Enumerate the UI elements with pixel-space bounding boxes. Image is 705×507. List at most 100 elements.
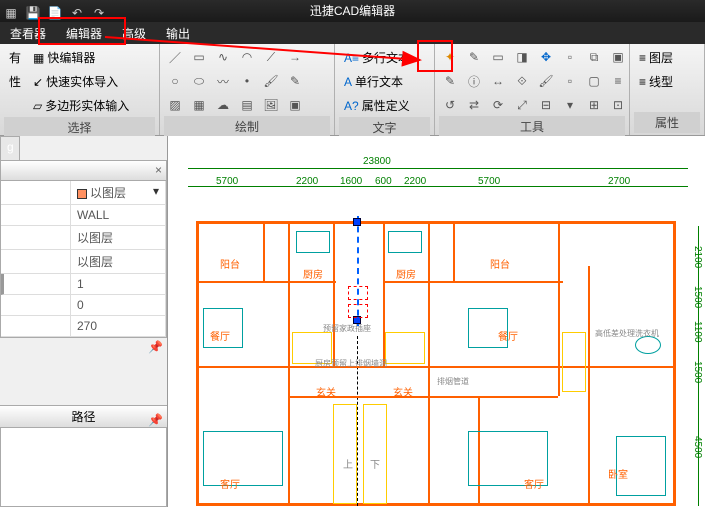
stair-3 — [562, 332, 586, 392]
btn-prop[interactable]: 性 — [4, 70, 26, 93]
prop-wall[interactable]: WALL — [71, 205, 166, 226]
btn-quick-edit[interactable]: ▦快编辑器 — [28, 46, 134, 69]
more2-icon[interactable]: ▫ — [559, 70, 581, 92]
dim-d6: 5700 — [478, 176, 500, 187]
undo-icon[interactable]: ↶ — [68, 2, 86, 20]
label-balcony-1: 阳台 — [220, 256, 240, 271]
pline-icon[interactable]: ∿ — [212, 46, 234, 68]
menu-advanced[interactable]: 高级 — [112, 22, 156, 44]
menu-viewer[interactable]: 查看器 — [0, 22, 56, 44]
pen-icon[interactable]: ✎ — [284, 70, 306, 92]
pin-icon-2[interactable]: 📌 — [148, 409, 163, 431]
prop-cell — [1, 250, 71, 274]
btn-has[interactable]: 有 — [4, 46, 26, 69]
rect-icon[interactable]: ▭ — [188, 46, 210, 68]
grip-top[interactable] — [353, 218, 361, 226]
pdf-icon[interactable]: 📄 — [46, 2, 64, 20]
format-icon[interactable]: ⟐ — [511, 70, 533, 92]
wall — [288, 221, 290, 366]
explode-icon[interactable]: ✦ — [439, 46, 461, 68]
align-icon[interactable]: ⊟ — [535, 94, 557, 116]
cloud-icon[interactable]: ☁ — [212, 94, 234, 116]
dim-d3: 1600 — [340, 176, 362, 187]
wall — [288, 366, 290, 506]
edit-icon[interactable]: ✎ — [463, 46, 485, 68]
rotate-icon[interactable]: ⟳ — [487, 94, 509, 116]
prop-angle[interactable]: 270 — [71, 316, 166, 337]
ellipse-icon[interactable]: ⬭ — [188, 70, 210, 92]
menu-output[interactable]: 输出 — [156, 22, 200, 44]
move-icon[interactable]: ✥ — [535, 46, 557, 68]
copy-icon[interactable]: ⧉ — [583, 46, 605, 68]
measure-icon[interactable]: ↔ — [487, 70, 509, 92]
doc-tab[interactable]: g — [0, 136, 20, 160]
app-icon: ▦ — [2, 2, 20, 20]
prop-bylayer3[interactable]: 以图层 — [71, 250, 166, 274]
detail-box — [348, 286, 368, 300]
xline-icon[interactable]: ⟋ — [260, 46, 282, 68]
line-icon[interactable]: ／ — [164, 46, 186, 68]
save-icon[interactable]: 💾 — [24, 2, 42, 20]
group-icon[interactable]: ▣ — [607, 46, 629, 68]
btn-attdef[interactable]: A?属性定义 — [339, 94, 415, 117]
dim-v2: 1500 — [692, 286, 703, 308]
laymore-icon[interactable]: ⊞ — [583, 94, 605, 116]
path-panel-body — [0, 427, 167, 507]
note-1: 预留家政插座 — [323, 323, 371, 334]
layer-icon[interactable]: ≡ — [607, 70, 629, 92]
note-2: 排烟管道 — [437, 376, 469, 387]
info-icon[interactable]: ⓘ — [463, 70, 485, 92]
pin-icon[interactable]: 📌 — [148, 340, 163, 354]
redo-icon[interactable]: ↷ — [90, 2, 108, 20]
wall — [428, 366, 430, 506]
sofa-1 — [203, 431, 283, 486]
label-dining-2: 餐厅 — [498, 328, 518, 343]
btn-mtext[interactable]: A≡多行文本 — [339, 46, 415, 69]
window-icon[interactable]: ▭ — [487, 46, 509, 68]
panel-close-icon[interactable]: × — [155, 163, 162, 177]
scale-icon[interactable]: ⤢ — [511, 94, 533, 116]
table-icon[interactable]: ▤ — [236, 94, 258, 116]
btn-layer[interactable]: ≡图层 — [634, 46, 678, 69]
more3-icon[interactable]: ▾ — [559, 94, 581, 116]
spline-icon[interactable]: 〰 — [212, 70, 234, 92]
paint-icon[interactable]: 🖌 — [535, 70, 557, 92]
ray-icon[interactable]: → — [284, 46, 306, 68]
hatch-icon[interactable]: ▨ — [164, 94, 186, 116]
door-icon[interactable]: ◨ — [511, 46, 533, 68]
btn-poly-input[interactable]: ▱多边形实体输入 — [28, 94, 134, 117]
prop-zero[interactable]: 0 — [71, 295, 166, 316]
region-icon[interactable]: ▦ — [188, 94, 210, 116]
arc-icon[interactable]: ◠ — [236, 46, 258, 68]
properties-panel: g × 以图层▾ WALL 以图层 以图层 1 0 270 📌 路径 📌 — [0, 136, 168, 507]
brush-icon[interactable]: 🖌 — [260, 70, 282, 92]
ungroup-icon[interactable]: ▢ — [583, 70, 605, 92]
wall — [333, 221, 335, 366]
revert-icon[interactable]: ↺ — [439, 94, 461, 116]
prop-cell — [1, 295, 71, 316]
dim-d5: 2200 — [404, 176, 426, 187]
wall — [453, 221, 455, 281]
mtext-icon: A≡ — [344, 51, 359, 65]
btn-linetype[interactable]: ≡线型 — [634, 70, 678, 93]
menu-editor[interactable]: 编辑器 — [56, 22, 112, 44]
wall — [558, 221, 560, 396]
label-entry-2: 玄关 — [393, 384, 413, 399]
prop-one[interactable]: 1 — [71, 274, 166, 295]
btn-quick-import[interactable]: ↙快速实体导入 — [28, 70, 134, 93]
btn-stext[interactable]: A单行文本 — [339, 70, 415, 93]
image-icon[interactable]: 🖼 — [260, 94, 282, 116]
stair-main2 — [363, 404, 387, 504]
mirror-icon[interactable]: ⇄ — [463, 94, 485, 116]
drawing-canvas[interactable]: 23800 5700 2200 1600 600 2200 5700 2700 … — [168, 136, 705, 507]
edit2-icon[interactable]: ✎ — [439, 70, 461, 92]
path-panel-header[interactable]: 路径 📌 — [0, 405, 167, 427]
point-icon[interactable]: • — [236, 70, 258, 92]
prop-layer-value[interactable]: 以图层▾ — [71, 181, 166, 205]
block-icon[interactable]: ▣ — [284, 94, 306, 116]
prop-bylayer2[interactable]: 以图层 — [71, 226, 166, 250]
filter-icon[interactable]: ⊡ — [607, 94, 629, 116]
more1-icon[interactable]: ▫ — [559, 46, 581, 68]
circle-icon[interactable]: ○ — [164, 70, 186, 92]
label-balcony-2: 阳台 — [490, 256, 510, 271]
